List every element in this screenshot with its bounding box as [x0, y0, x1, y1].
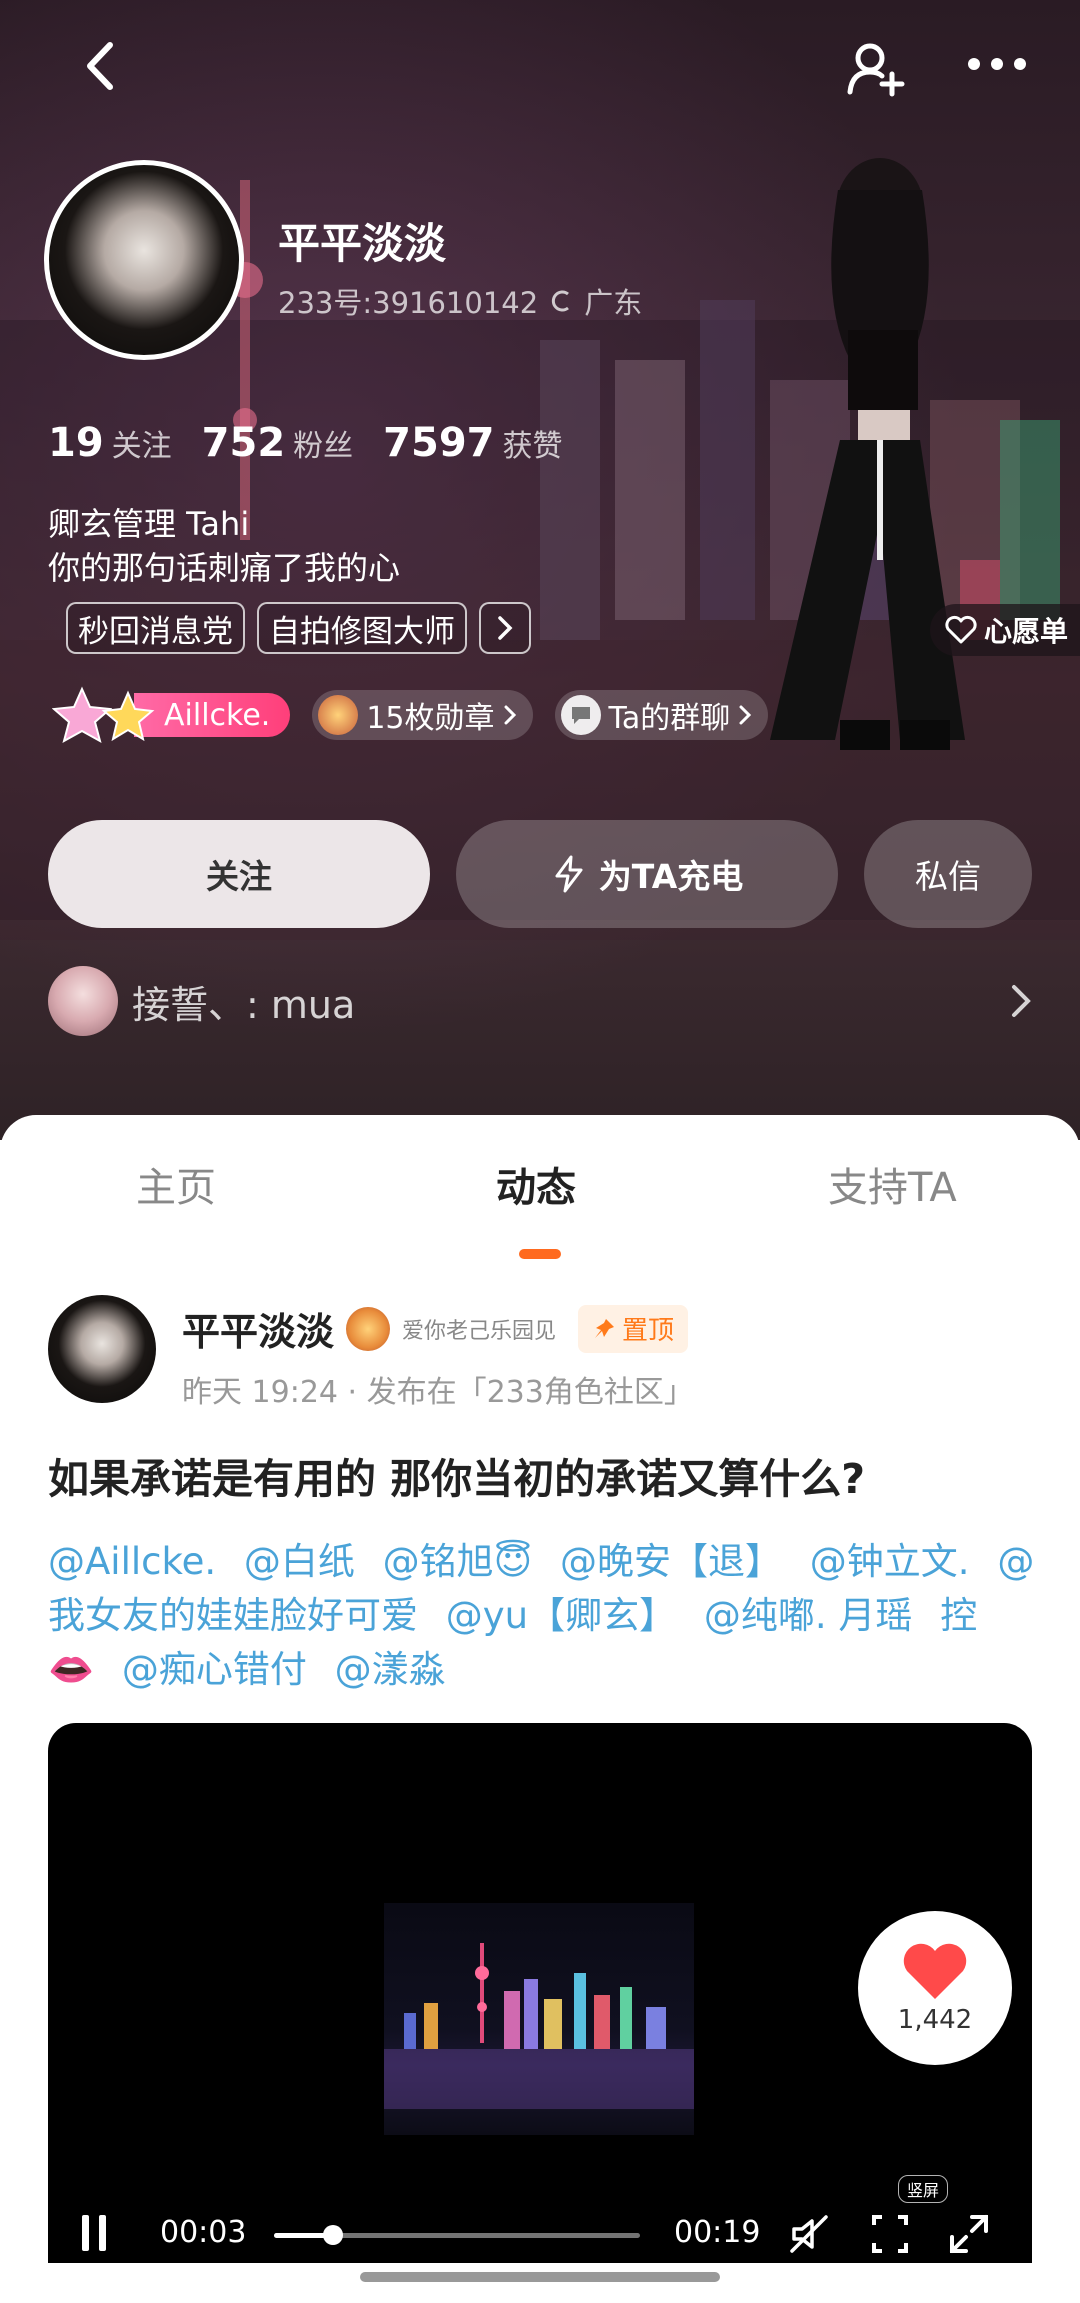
back-arrow-icon — [87, 42, 113, 90]
tags-more-button[interactable] — [479, 602, 531, 654]
heart-outline-icon — [945, 615, 977, 644]
copy-icon[interactable] — [548, 288, 574, 314]
tag-item[interactable]: 秒回消息党 — [66, 602, 245, 654]
like-count: 1,442 — [897, 2005, 973, 2035]
pinned-badge: 置顶 — [578, 1304, 689, 1353]
post-author-row: 平平淡淡 爱你老己乐园见 置顶 — [182, 1301, 689, 1356]
follow-button[interactable]: 关注 — [48, 820, 430, 928]
followers-count[interactable]: 752 — [202, 420, 286, 466]
post-author-avatar[interactable] — [48, 1295, 156, 1403]
chat-bubble-icon — [560, 695, 601, 735]
video-progress-knob[interactable] — [322, 2225, 343, 2245]
profile-bio: 卿玄管理 Tahi 你的那句话刺痛了我的心 — [48, 502, 400, 590]
mention-link[interactable]: @yu【卿玄】 — [446, 1594, 676, 1637]
chevron-right-icon — [739, 705, 752, 725]
user-id: 233号:391610142 — [278, 286, 539, 320]
medals-label: 15枚勋章 — [366, 701, 495, 736]
bio-line-2: 你的那句话刺痛了我的心 — [48, 549, 401, 587]
add-user-icon — [847, 43, 905, 97]
vertical-mode-label: 竖屏 — [898, 2175, 949, 2203]
friend-avatar — [48, 966, 118, 1036]
tab-support[interactable]: 支持TA — [828, 1155, 957, 1213]
mention-link[interactable]: @钟立文. — [810, 1540, 970, 1583]
video-duration: 00:19 — [674, 2215, 761, 2250]
profile-id-line: 233号:391610142 广东 — [278, 280, 642, 322]
tag-item[interactable]: 自拍修图大师 — [257, 602, 467, 654]
profile-header-background: 平平淡淡 233号:391610142 广东 19 关注 752 粉丝 7597… — [0, 0, 1080, 1140]
mention-link[interactable]: @纯嘟. 月瑶 — [704, 1594, 913, 1637]
pause-icon — [82, 2215, 106, 2251]
crop-frame-icon — [872, 2215, 908, 2253]
tab-home[interactable]: 主页 — [136, 1155, 216, 1213]
tab-moments[interactable]: 动态 — [496, 1155, 576, 1213]
fullscreen-icon — [950, 2215, 988, 2253]
profile-actions: 关注 为TA充电 私信 — [48, 820, 1032, 928]
vip-star-icon — [51, 683, 162, 747]
video-thumbnail — [384, 1903, 694, 2135]
mention-link[interactable]: @白纸 — [244, 1540, 355, 1583]
medal-icon — [346, 1306, 391, 1351]
group-chat-pill[interactable]: Ta的群聊 — [554, 690, 769, 740]
group-chat-label: Ta的群聊 — [608, 701, 731, 736]
more-dots-icon — [968, 58, 1026, 70]
vertical-screen-button[interactable] — [870, 2213, 910, 2263]
wishlist-label: 心愿单 — [983, 615, 1068, 648]
user-location: 广东 — [584, 286, 643, 320]
post-mentions: @Aillcke. @白纸 @铭旭😇 @晚安【退】 @钟立文. @我女友的娃娃脸… — [48, 1535, 1038, 1697]
content-sheet: 主页 动态 支持TA 平平淡淡 爱你老己乐园见 置顶 昨天 19:24 · 发布… — [0, 1115, 1080, 2303]
mention-link[interactable]: @漾淼 — [335, 1648, 446, 1691]
following-label[interactable]: 关注 — [112, 421, 172, 465]
chevron-right-icon — [498, 616, 513, 640]
charge-button[interactable]: 为TA充电 — [456, 820, 838, 928]
lightning-icon — [555, 855, 583, 893]
heart-filled-icon — [903, 1943, 967, 1999]
pause-button[interactable] — [78, 2213, 110, 2261]
wishlist-button[interactable]: 心愿单 — [929, 604, 1080, 656]
medal-text: 爱你老己乐园见 — [402, 1318, 557, 1344]
mention-link[interactable]: @晚安【退】 — [560, 1540, 782, 1583]
video-controls: 00:03 00:19 — [48, 2203, 1032, 2259]
charge-label: 为TA充电 — [598, 857, 744, 896]
mention-link[interactable]: @铭旭😇 — [383, 1540, 533, 1583]
active-tab-indicator — [519, 1249, 561, 1259]
mention-link[interactable]: @Aillcke. — [48, 1540, 216, 1583]
more-options-button[interactable] — [962, 44, 1032, 84]
profile-avatar[interactable] — [44, 160, 244, 360]
chevron-right-icon — [1012, 985, 1031, 1017]
fullscreen-button[interactable] — [948, 2213, 990, 2263]
muted-icon — [790, 2215, 828, 2253]
likes-label: 获赞 — [502, 429, 563, 464]
mutual-friend-row[interactable]: 接誓、: mua — [48, 966, 1032, 1036]
mention-link[interactable]: @痴心错付 — [122, 1648, 307, 1691]
message-button[interactable]: 私信 — [864, 820, 1032, 928]
post-meta: 昨天 19:24 · 发布在「233角色社区」 — [182, 1375, 694, 1410]
profile-nickname: 平平淡淡 — [278, 219, 447, 268]
vip-badge[interactable]: Aillcke. — [51, 686, 291, 744]
medal-icon — [318, 695, 359, 735]
video-current-time: 00:03 — [160, 2215, 247, 2250]
chevron-right-icon — [504, 705, 516, 725]
like-button[interactable]: 1,442 — [858, 1911, 1012, 2065]
add-friend-button[interactable] — [844, 36, 908, 100]
following-count[interactable]: 19 — [48, 420, 104, 466]
mute-button[interactable] — [788, 2213, 830, 2263]
pinned-label: 置顶 — [622, 1316, 675, 1346]
post-author-name[interactable]: 平平淡淡 — [182, 1301, 334, 1356]
profile-badges: Aillcke. 15枚勋章 Ta的群聊 — [51, 686, 769, 744]
back-button[interactable] — [70, 36, 130, 96]
pin-icon — [595, 1318, 615, 1338]
profile-tabs: 主页 动态 支持TA — [0, 1155, 1080, 1259]
profile-stats: 19 关注 752 粉丝 7597 获赞 — [48, 420, 593, 466]
bio-line-1: 卿玄管理 Tahi — [48, 505, 250, 543]
followers-label[interactable]: 粉丝 — [293, 421, 353, 465]
post-title: 如果承诺是有用的 那你当初的承诺又算什么? — [48, 1455, 866, 1503]
home-indicator[interactable] — [360, 2272, 720, 2282]
medals-pill[interactable]: 15枚勋章 — [312, 690, 533, 740]
friend-text: 接誓、: mua — [132, 982, 356, 1027]
video-progress-track[interactable] — [274, 2225, 640, 2245]
likes-count: 7597 — [383, 420, 495, 466]
profile-tags: 秒回消息党 自拍修图大师 — [66, 602, 531, 654]
